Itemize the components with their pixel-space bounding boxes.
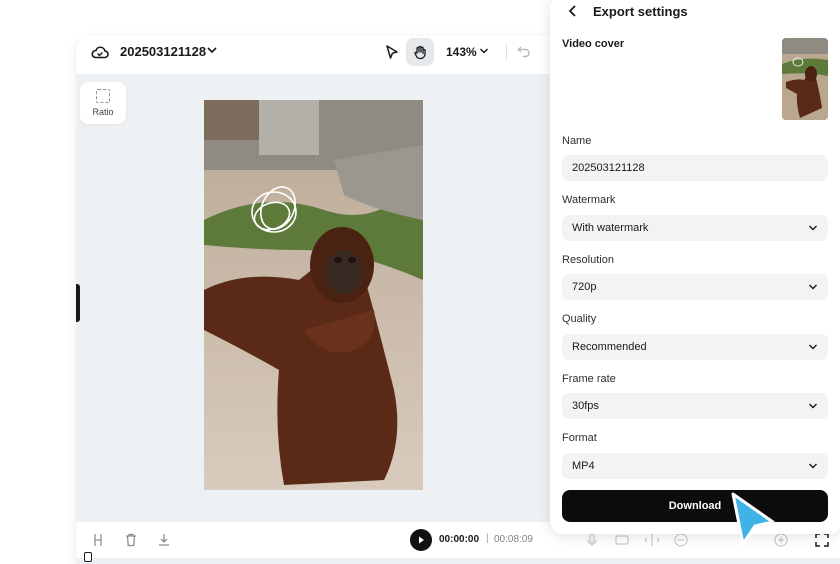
frame-rate-label: Frame rate xyxy=(562,373,616,385)
cloud-icon[interactable] xyxy=(90,42,110,62)
watermark-label: Watermark xyxy=(562,194,616,206)
current-time: 00:00:00 xyxy=(439,534,480,545)
format-select[interactable]: MP4 xyxy=(562,453,828,479)
time-separator: | xyxy=(486,533,489,544)
panel-title: Export settings xyxy=(593,4,688,19)
zoom-out-icon[interactable] xyxy=(673,532,689,548)
quality-select[interactable]: Recommended xyxy=(562,334,828,360)
hand-icon xyxy=(414,45,426,60)
total-time: 00:08:09 xyxy=(494,534,533,545)
play-button[interactable] xyxy=(410,529,432,551)
format-value: MP4 xyxy=(572,460,595,472)
pointer-tool-button[interactable] xyxy=(380,40,404,64)
resolution-select[interactable]: 720p xyxy=(562,274,828,300)
video-preview[interactable] xyxy=(204,100,423,490)
frame-rate-select[interactable]: 30fps xyxy=(562,393,828,419)
pointer-cursor-icon xyxy=(731,492,775,546)
back-arrow-icon[interactable] xyxy=(566,4,580,18)
project-title[interactable]: 202503121128 xyxy=(120,44,206,59)
microphone-icon[interactable] xyxy=(584,532,600,548)
caption-icon[interactable] xyxy=(614,532,630,548)
undo-icon[interactable] xyxy=(517,44,531,58)
play-icon xyxy=(419,536,424,544)
name-label: Name xyxy=(562,135,592,147)
ratio-icon xyxy=(96,89,110,103)
cursor-arrow-icon xyxy=(386,45,398,59)
export-settings-panel: Export settings Video cover Name 2025031… xyxy=(550,0,840,534)
timeline-playhead[interactable] xyxy=(84,552,92,562)
toolbar-divider xyxy=(506,44,507,60)
quality-label: Quality xyxy=(562,313,597,325)
download-button[interactable]: Download xyxy=(562,490,828,522)
fullscreen-icon[interactable] xyxy=(814,532,830,548)
quality-value: Recommended xyxy=(572,341,647,353)
cover-image xyxy=(782,38,828,120)
chevron-down-icon xyxy=(809,403,817,409)
watermark-select[interactable]: With watermark xyxy=(562,215,828,241)
split-icon[interactable] xyxy=(90,532,106,548)
ratio-label: Ratio xyxy=(92,107,114,117)
name-value: 202503121128 xyxy=(572,162,645,174)
video-cover-thumbnail[interactable] xyxy=(782,38,828,120)
fit-icon[interactable] xyxy=(644,532,660,548)
chevron-down-icon xyxy=(809,284,817,290)
format-label: Format xyxy=(562,432,597,444)
zoom-level[interactable]: 143% xyxy=(446,45,477,59)
resolution-value: 720p xyxy=(572,281,597,293)
panel-resize-handle[interactable] xyxy=(76,284,80,322)
chevron-down-icon xyxy=(809,463,817,469)
chevron-down-icon[interactable] xyxy=(206,44,218,56)
video-cover-label: Video cover xyxy=(562,38,625,50)
resolution-label: Resolution xyxy=(562,254,614,266)
trash-icon[interactable] xyxy=(123,532,139,548)
frame-rate-value: 30fps xyxy=(572,400,599,412)
hand-tool-button[interactable] xyxy=(406,38,434,66)
download-label: Download xyxy=(668,500,722,512)
ratio-button[interactable]: Ratio xyxy=(80,82,126,124)
watermark-value: With watermark xyxy=(572,222,649,234)
chevron-down-icon xyxy=(809,344,817,350)
zoom-chevron-down-icon[interactable] xyxy=(479,46,489,56)
chevron-down-icon xyxy=(809,225,817,231)
download-icon[interactable] xyxy=(156,532,172,548)
name-input[interactable]: 202503121128 xyxy=(562,155,828,181)
orangutan-video-frame xyxy=(204,100,423,490)
